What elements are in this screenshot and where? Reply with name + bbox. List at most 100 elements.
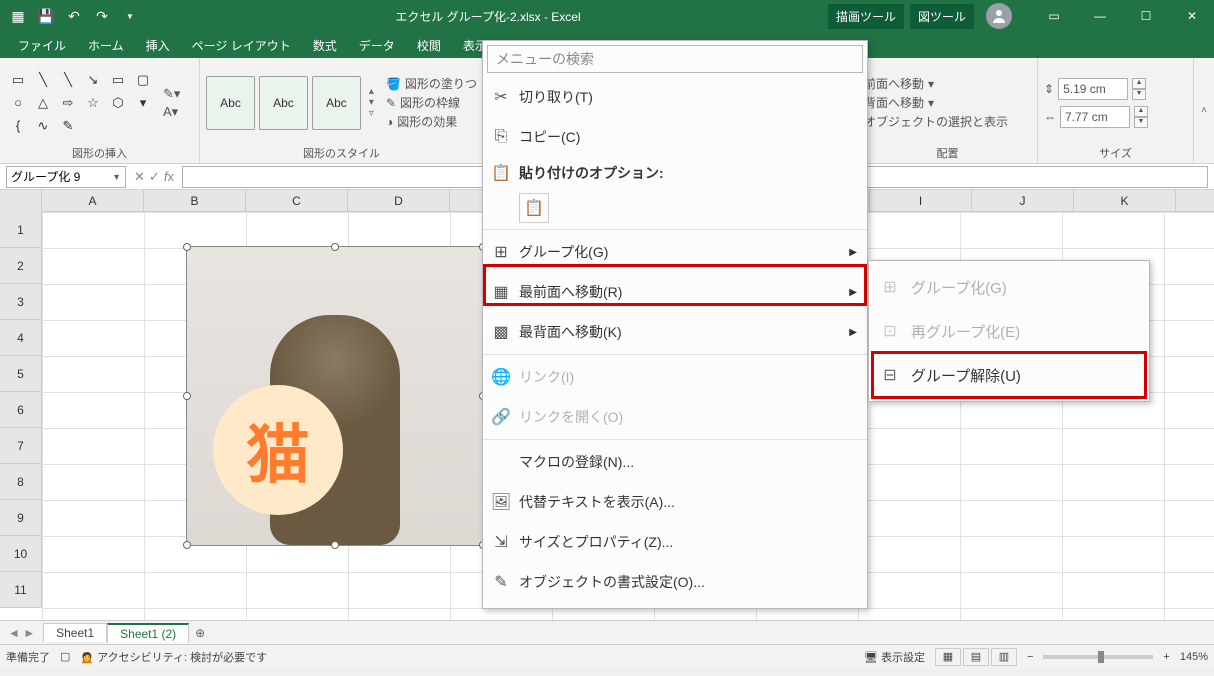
shape-tri-icon[interactable]: △ xyxy=(31,92,55,114)
row-header[interactable]: 6 xyxy=(0,392,41,428)
fx-icon[interactable]: fx xyxy=(164,169,174,185)
paste-option-button[interactable]: 📋 xyxy=(519,193,549,223)
menu-group[interactable]: ⊞ グループ化(G) ▶ xyxy=(483,232,867,272)
shape-height-input[interactable]: 5.19 cm xyxy=(1058,78,1128,100)
cancel-icon[interactable]: ✕ xyxy=(134,169,145,185)
redo-button[interactable]: ↷ xyxy=(90,4,114,28)
shape-outline-button[interactable]: ✎図形の枠線 xyxy=(386,94,477,111)
shape-circle-icon[interactable]: ○ xyxy=(6,92,30,114)
row-header[interactable]: 11 xyxy=(0,572,41,608)
resize-handle[interactable] xyxy=(183,243,191,251)
col-header[interactable]: D xyxy=(348,190,450,212)
height-down[interactable]: ▼ xyxy=(1132,89,1146,100)
textbox-button-icon[interactable]: A▾ xyxy=(163,104,180,120)
width-down[interactable]: ▼ xyxy=(1134,117,1148,128)
cat-image[interactable] xyxy=(187,247,483,545)
row-header[interactable]: 3 xyxy=(0,284,41,320)
selection-pane-button[interactable]: オブジェクトの選択と表示 xyxy=(864,113,1008,130)
tab-review[interactable]: 校閲 xyxy=(407,33,451,58)
close-button[interactable]: ✕ xyxy=(1170,1,1214,31)
shape-arrow-icon[interactable]: ↘ xyxy=(81,69,105,91)
drawing-tools-tab[interactable]: 描画ツール xyxy=(828,4,904,29)
shape-style-3[interactable]: Abc xyxy=(312,76,361,130)
width-up[interactable]: ▲ xyxy=(1134,106,1148,117)
shapes-gallery[interactable]: ▭ ╲ ╲ ↘ ▭ ▢ ○ △ ⇨ ☆ ⬡ ▾ { ∿ ✎ xyxy=(6,69,155,137)
style-gallery-more[interactable]: ▴▾▿ xyxy=(369,86,374,119)
circle-text-shape[interactable]: 猫 xyxy=(213,385,343,515)
ribbon-options-button[interactable]: ▭ xyxy=(1032,1,1076,31)
view-page-break-button[interactable]: ▥ xyxy=(991,648,1017,666)
height-up[interactable]: ▲ xyxy=(1132,78,1146,89)
tab-home[interactable]: ホーム xyxy=(78,33,134,58)
sheet-nav[interactable]: ◄ ► xyxy=(0,626,43,640)
shape-more-icon[interactable]: ▾ xyxy=(131,92,155,114)
shape-line2-icon[interactable]: ╲ xyxy=(56,69,80,91)
minimize-button[interactable]: — xyxy=(1078,1,1122,31)
macro-record-icon[interactable]: ▢ xyxy=(60,650,70,663)
row-header[interactable]: 9 xyxy=(0,500,41,536)
row-header[interactable]: 2 xyxy=(0,248,41,284)
view-normal-button[interactable]: ▦ xyxy=(935,648,961,666)
confirm-icon[interactable]: ✓ xyxy=(149,169,160,185)
zoom-in-button[interactable]: + xyxy=(1163,651,1169,663)
col-header[interactable]: K xyxy=(1074,190,1176,212)
shape-free-icon[interactable]: ✎ xyxy=(56,115,80,137)
shape-effects-button[interactable]: ◑図形の効果 xyxy=(386,113,477,130)
row-header[interactable]: 1 xyxy=(0,212,41,248)
shape-fill-button[interactable]: 🪣図形の塗りつ xyxy=(386,75,477,92)
col-header[interactable]: J xyxy=(972,190,1074,212)
tab-file[interactable]: ファイル xyxy=(8,33,76,58)
shape-square-icon[interactable]: ▢ xyxy=(131,69,155,91)
shape-arrowr-icon[interactable]: ⇨ xyxy=(56,92,80,114)
name-box[interactable]: グループ化 9 ▼ xyxy=(6,166,126,188)
selected-group-object[interactable]: 猫 xyxy=(186,246,484,546)
shape-brace-icon[interactable]: { xyxy=(6,115,30,137)
shape-style-1[interactable]: Abc xyxy=(206,76,255,130)
submenu-ungroup[interactable]: ⊟ グループ解除(U) xyxy=(869,353,1149,397)
menu-copy[interactable]: ⎘ コピー(C) xyxy=(483,117,867,157)
shape-curve-icon[interactable]: ∿ xyxy=(31,115,55,137)
name-box-dropdown-icon[interactable]: ▼ xyxy=(112,172,121,182)
display-settings[interactable]: 🖥 表示設定 xyxy=(864,649,925,665)
menu-format-object[interactable]: ✎ オブジェクトの書式設定(O)... xyxy=(483,562,867,602)
col-header[interactable]: B xyxy=(144,190,246,212)
zoom-out-button[interactable]: − xyxy=(1027,651,1033,663)
menu-cut[interactable]: ✂ 切り取り(T) xyxy=(483,77,867,117)
resize-handle[interactable] xyxy=(183,541,191,549)
sheet-tab[interactable]: Sheet1 xyxy=(43,623,107,642)
ribbon-collapse-button[interactable]: ˄ xyxy=(1194,58,1214,163)
maximize-button[interactable]: ☐ xyxy=(1124,1,1168,31)
menu-assign-macro[interactable]: マクロの登録(N)... xyxy=(483,442,867,482)
select-all-corner[interactable] xyxy=(0,190,42,212)
menu-bring-front[interactable]: ▦ 最前面へ移動(R) ▶ xyxy=(483,272,867,312)
menu-search-input[interactable]: メニューの検索 xyxy=(487,45,863,73)
shape-hex-icon[interactable]: ⬡ xyxy=(106,92,130,114)
qat-dropdown[interactable]: ▼ xyxy=(118,4,142,28)
accessibility-status[interactable]: 🙍 アクセシビリティ: 検討が必要です xyxy=(80,649,267,665)
row-header[interactable]: 5 xyxy=(0,356,41,392)
menu-send-back[interactable]: ▩ 最背面へ移動(K) ▶ xyxy=(483,312,867,352)
save-button[interactable]: 💾 xyxy=(34,4,58,28)
zoom-level[interactable]: 145% xyxy=(1180,651,1208,663)
tab-formulas[interactable]: 数式 xyxy=(303,33,347,58)
shape-star-icon[interactable]: ☆ xyxy=(81,92,105,114)
shape-style-2[interactable]: Abc xyxy=(259,76,308,130)
zoom-thumb[interactable] xyxy=(1098,651,1104,663)
picture-tools-tab[interactable]: 図ツール xyxy=(910,4,974,29)
edit-shape-icon[interactable]: ✎▾ xyxy=(163,86,180,102)
view-page-layout-button[interactable]: ▤ xyxy=(963,648,989,666)
tab-data[interactable]: データ xyxy=(349,33,405,58)
row-header[interactable]: 4 xyxy=(0,320,41,356)
col-header[interactable]: C xyxy=(246,190,348,212)
tab-layout[interactable]: ページ レイアウト xyxy=(182,33,301,58)
sheet-tab-active[interactable]: Sheet1 (2) xyxy=(107,623,189,643)
shape-line-icon[interactable]: ╲ xyxy=(31,69,55,91)
bring-forward-button[interactable]: 前面へ移動 ▾ xyxy=(864,75,1008,92)
shape-rect-icon[interactable]: ▭ xyxy=(106,69,130,91)
row-header[interactable]: 8 xyxy=(0,464,41,500)
shape-width-input[interactable]: 7.77 cm xyxy=(1060,106,1130,128)
col-header[interactable]: A xyxy=(42,190,144,212)
send-backward-button[interactable]: 背面へ移動 ▾ xyxy=(864,94,1008,111)
tab-insert[interactable]: 挿入 xyxy=(136,33,180,58)
undo-button[interactable]: ↶ xyxy=(62,4,86,28)
